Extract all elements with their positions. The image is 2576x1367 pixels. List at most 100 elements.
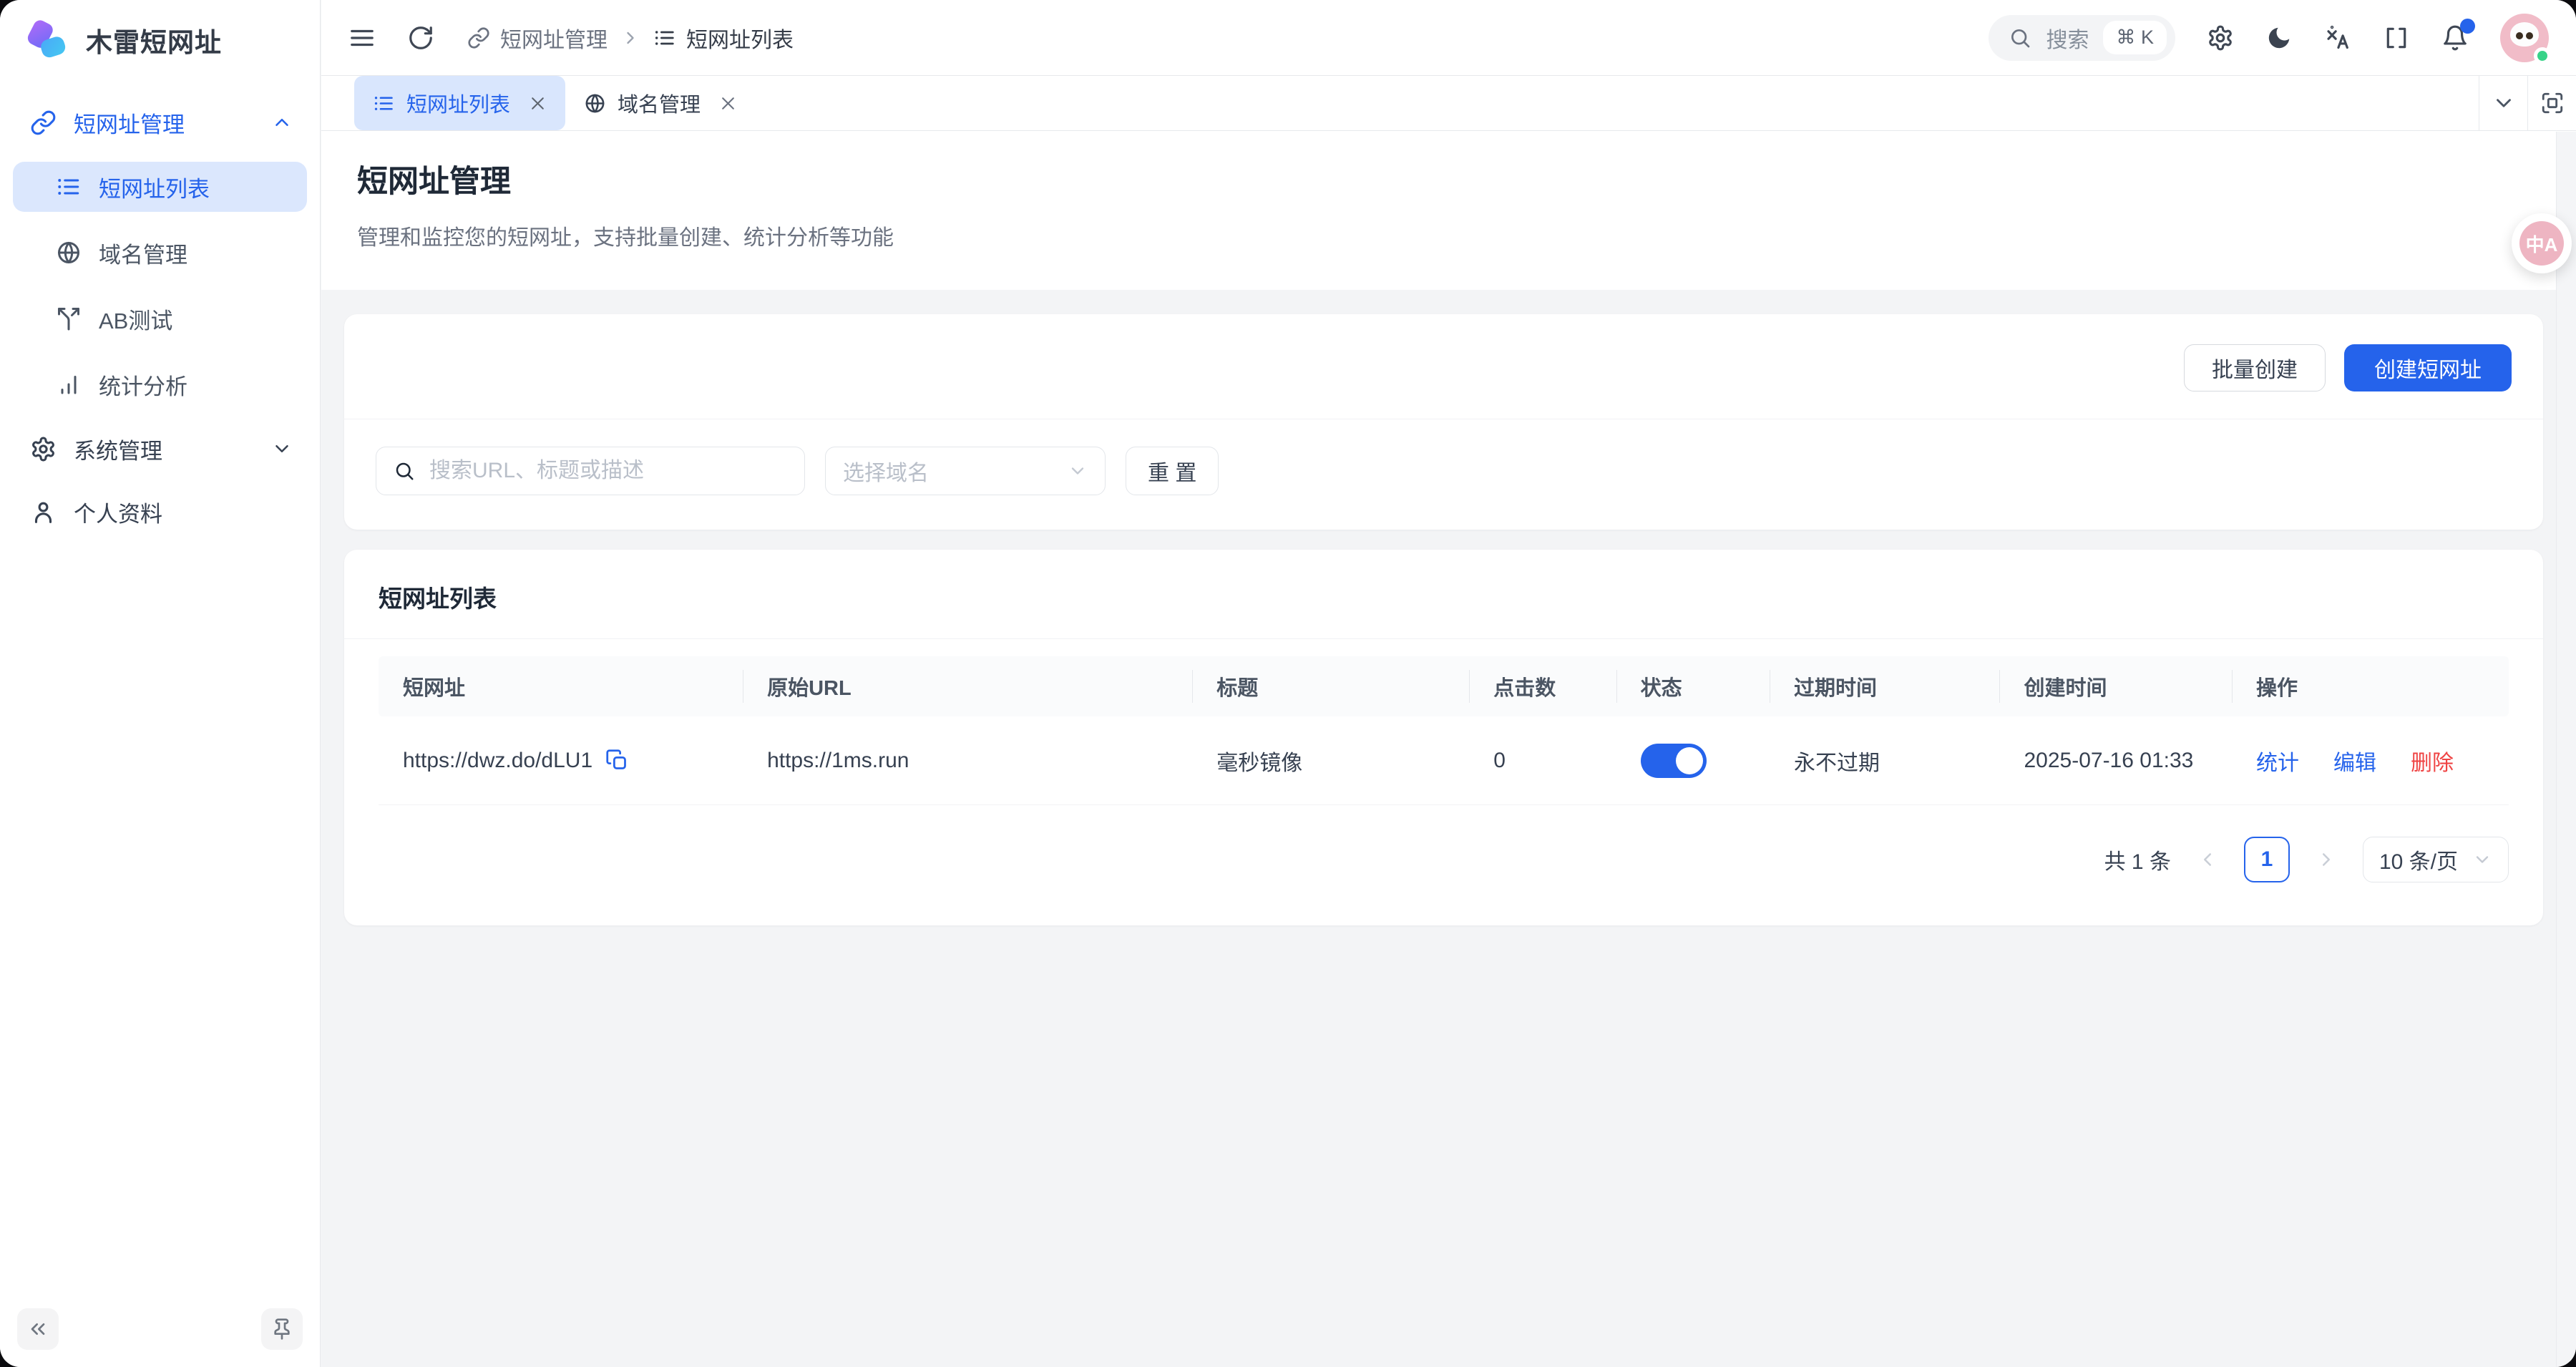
translate-floating-button[interactable]: 中A — [2512, 213, 2572, 273]
fullscreen-icon[interactable] — [2383, 24, 2410, 52]
search-label: 搜索 — [2046, 22, 2089, 54]
toolbar-actions: 批量创建 创建短网址 — [344, 314, 2543, 419]
divider — [344, 638, 2543, 639]
link-icon — [467, 26, 490, 49]
table-row: https://dwz.do/dLU1 https://1ms.run 毫秒镜像… — [379, 716, 2509, 805]
user-avatar[interactable] — [2500, 14, 2549, 62]
sidebar-item-profile[interactable]: 个人资料 — [13, 488, 307, 535]
collapse-sidebar-button[interactable] — [17, 1308, 59, 1350]
chevron-down-icon — [2492, 91, 2516, 115]
edit-action-link[interactable]: 编辑 — [2333, 745, 2376, 777]
sidebar-item-label: 统计分析 — [99, 369, 187, 401]
pin-icon — [270, 1318, 293, 1341]
card-title: 短网址列表 — [344, 550, 2543, 638]
close-icon[interactable] — [529, 94, 547, 112]
column-header: 创建时间 — [1999, 671, 2231, 701]
breadcrumb: 短网址管理 短网址列表 — [467, 22, 794, 54]
column-header: 标题 — [1192, 671, 1469, 701]
topbar: 短网址管理 短网址列表 搜索 — [321, 0, 2576, 76]
bar-chart-icon — [56, 371, 82, 397]
list-icon — [373, 92, 395, 115]
sidebar-item-ab-test[interactable]: AB测试 — [13, 293, 307, 344]
page-title: 短网址管理 — [357, 157, 2540, 201]
original-url-text: https://1ms.run — [767, 749, 909, 773]
sidebar-item-analytics[interactable]: 统计分析 — [13, 359, 307, 409]
notifications-bell-icon[interactable] — [2441, 24, 2469, 52]
page-size-value: 10 条/页 — [2379, 844, 2458, 875]
notification-dot — [2460, 19, 2475, 34]
scrollbar-gutter[interactable] — [2556, 132, 2576, 1367]
sidebar-nav: 短网址管理 短网址列表 — [0, 67, 320, 1298]
dark-mode-moon-icon[interactable] — [2265, 24, 2293, 52]
created-time: 2025-07-16 01:33 — [2024, 749, 2193, 773]
pin-sidebar-button[interactable] — [261, 1308, 303, 1350]
page-number-button[interactable]: 1 — [2244, 837, 2290, 882]
short-url-text: https://dwz.do/dLU1 — [403, 749, 592, 773]
column-header: 状态 — [1616, 671, 1770, 701]
sidebar-item-domains[interactable]: 域名管理 — [13, 228, 307, 278]
batch-create-button[interactable]: 批量创建 — [2184, 344, 2326, 391]
settings-gear-icon[interactable] — [2207, 24, 2234, 52]
main-area: 短网址管理 短网址列表 搜索 — [321, 0, 2576, 1367]
total-count: 共 1 条 — [2104, 844, 2171, 875]
clicks-count: 0 — [1493, 749, 1506, 773]
sidebar-group-system[interactable]: 系统管理 — [13, 425, 307, 472]
table-header-row: 短网址 原始URL 标题 点击数 状态 过期时间 创建时间 操作 — [379, 656, 2509, 716]
sidebar-group-shorturl[interactable]: 短网址管理 — [13, 99, 307, 146]
next-page-icon[interactable] — [2316, 849, 2337, 870]
column-header: 操作 — [2232, 671, 2509, 701]
stats-action-link[interactable]: 统计 — [2256, 745, 2299, 777]
search-icon — [394, 460, 415, 482]
search-shortcut-badge: ⌘ K — [2103, 21, 2167, 54]
topbar-actions: 搜索 ⌘ K — [1989, 14, 2549, 62]
maximize-content-button[interactable] — [2527, 76, 2576, 130]
global-search-button[interactable]: 搜索 ⌘ K — [1989, 15, 2175, 61]
app-window: 木雷短网址 短网址管理 — [0, 0, 2576, 1367]
chevron-down-icon — [2472, 850, 2492, 870]
list-icon — [56, 174, 82, 200]
gear-icon — [30, 436, 57, 462]
column-header: 短网址 — [379, 671, 743, 701]
app-logo-icon — [23, 17, 69, 63]
user-icon — [30, 499, 57, 525]
maximize-icon — [2540, 91, 2565, 115]
domain-select[interactable]: 选择域名 — [825, 447, 1106, 495]
column-header: 点击数 — [1469, 671, 1616, 701]
tab-shorturl-list[interactable]: 短网址列表 — [354, 76, 565, 130]
tabbar: 短网址列表 域名管理 — [321, 76, 2576, 131]
hamburger-menu-icon[interactable] — [348, 24, 376, 52]
copy-icon[interactable] — [605, 749, 629, 772]
sidebar-item-shorturl-list[interactable]: 短网址列表 — [13, 162, 307, 212]
reset-button[interactable]: 重 置 — [1126, 447, 1219, 495]
url-search-input[interactable] — [428, 458, 787, 484]
url-search-field[interactable] — [376, 447, 805, 495]
globe-icon — [584, 92, 606, 115]
list-icon — [653, 26, 676, 49]
tab-domains[interactable]: 域名管理 — [565, 76, 756, 130]
breadcrumb-item[interactable]: 短网址管理 — [467, 22, 608, 54]
column-header: 原始URL — [743, 671, 1192, 701]
translate-icon[interactable] — [2324, 24, 2351, 52]
close-icon[interactable] — [719, 94, 737, 112]
sidebar-footer — [0, 1298, 320, 1367]
globe-icon — [56, 240, 82, 266]
page-size-select[interactable]: 10 条/页 — [2363, 837, 2509, 882]
tab-label: 短网址列表 — [406, 88, 510, 118]
chevron-up-icon — [271, 112, 293, 133]
app-title: 木雷短网址 — [86, 21, 222, 59]
refresh-icon[interactable] — [407, 24, 434, 52]
tab-list-dropdown-button[interactable] — [2479, 76, 2527, 130]
column-header: 过期时间 — [1770, 671, 2000, 701]
status-toggle[interactable] — [1641, 744, 1707, 778]
expire-text: 永不过期 — [1794, 745, 1880, 777]
sidebar: 木雷短网址 短网址管理 — [0, 0, 321, 1367]
create-shorturl-button[interactable]: 创建短网址 — [2344, 344, 2512, 391]
chevrons-left-icon — [26, 1318, 49, 1341]
pagination: 共 1 条 1 10 条/页 — [344, 805, 2543, 925]
domain-select-placeholder: 选择域名 — [843, 455, 929, 487]
breadcrumb-item-current[interactable]: 短网址列表 — [653, 22, 794, 54]
sidebar-group-label: 短网址管理 — [74, 107, 185, 139]
prev-page-icon[interactable] — [2197, 849, 2218, 870]
page-header: 短网址管理 管理和监控您的短网址，支持批量创建、统计分析等功能 — [321, 131, 2576, 290]
delete-action-link[interactable]: 删除 — [2411, 745, 2454, 777]
